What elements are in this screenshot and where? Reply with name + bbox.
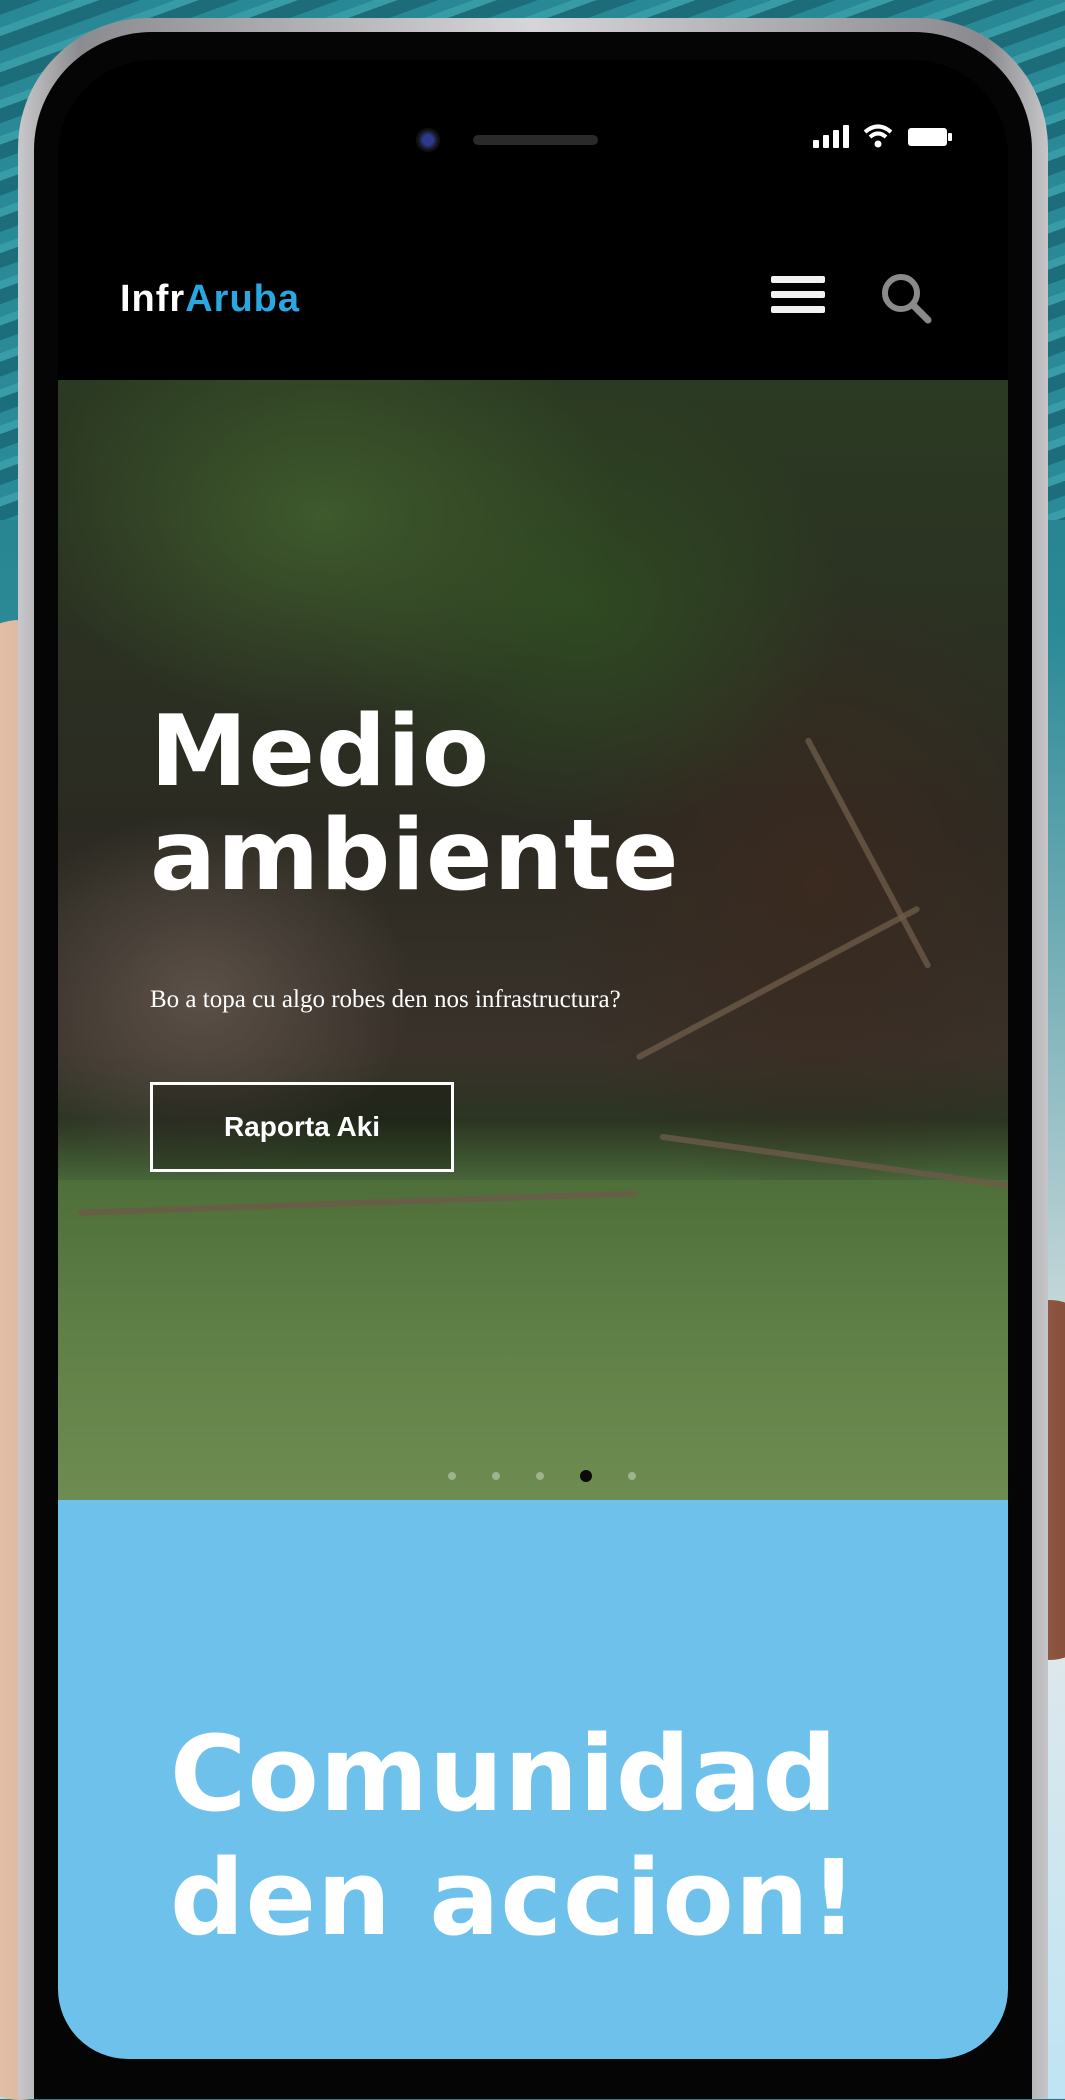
phone-bezel: InfrAruba Medio ambiente Bo a topa cu al… xyxy=(34,32,1032,2099)
report-here-button[interactable]: Raporta Aki xyxy=(150,1082,454,1172)
logo-text-infr: Infr xyxy=(120,278,186,320)
camera-lens xyxy=(416,128,440,152)
speaker-grille xyxy=(473,135,598,145)
wifi-icon xyxy=(863,124,893,148)
carousel-dot[interactable] xyxy=(492,1472,500,1480)
community-title: Comunidad den accion! xyxy=(170,1712,858,1960)
signal-icon xyxy=(813,124,849,148)
hamburger-menu-icon[interactable] xyxy=(771,276,825,318)
hero-branch-decoration xyxy=(635,905,921,1061)
hero-title: Medio ambiente xyxy=(150,700,680,908)
carousel-dot[interactable] xyxy=(628,1472,636,1480)
battery-icon xyxy=(907,126,953,148)
hero-banner: Medio ambiente Bo a topa cu algo robes d… xyxy=(58,380,1008,1500)
community-title-line2: den accion! xyxy=(170,1837,859,1959)
hero-subtitle: Bo a topa cu algo robes den nos infrastr… xyxy=(150,986,621,1013)
hero-water-image xyxy=(58,1180,1008,1500)
top-navigation-bar: InfrAruba xyxy=(58,180,1008,380)
phone-screen: InfrAruba Medio ambiente Bo a topa cu al… xyxy=(58,60,1008,2059)
logo-text-aruba: Aruba xyxy=(185,278,301,320)
search-icon[interactable] xyxy=(876,268,936,328)
hero-title-line1: Medio xyxy=(150,695,491,809)
community-section: Comunidad den accion! xyxy=(58,1500,1008,2059)
status-bar xyxy=(58,60,1008,180)
hero-title-line2: ambiente xyxy=(150,799,680,913)
site-logo[interactable]: InfrAruba xyxy=(120,278,300,321)
carousel-dot[interactable] xyxy=(448,1472,456,1480)
carousel-dot[interactable] xyxy=(536,1472,544,1480)
status-icons xyxy=(813,124,953,148)
carousel-indicators xyxy=(448,1470,636,1482)
community-title-line1: Comunidad xyxy=(170,1713,838,1835)
phone-frame: InfrAruba Medio ambiente Bo a topa cu al… xyxy=(18,18,1048,2099)
carousel-dot-active[interactable] xyxy=(580,1470,592,1482)
